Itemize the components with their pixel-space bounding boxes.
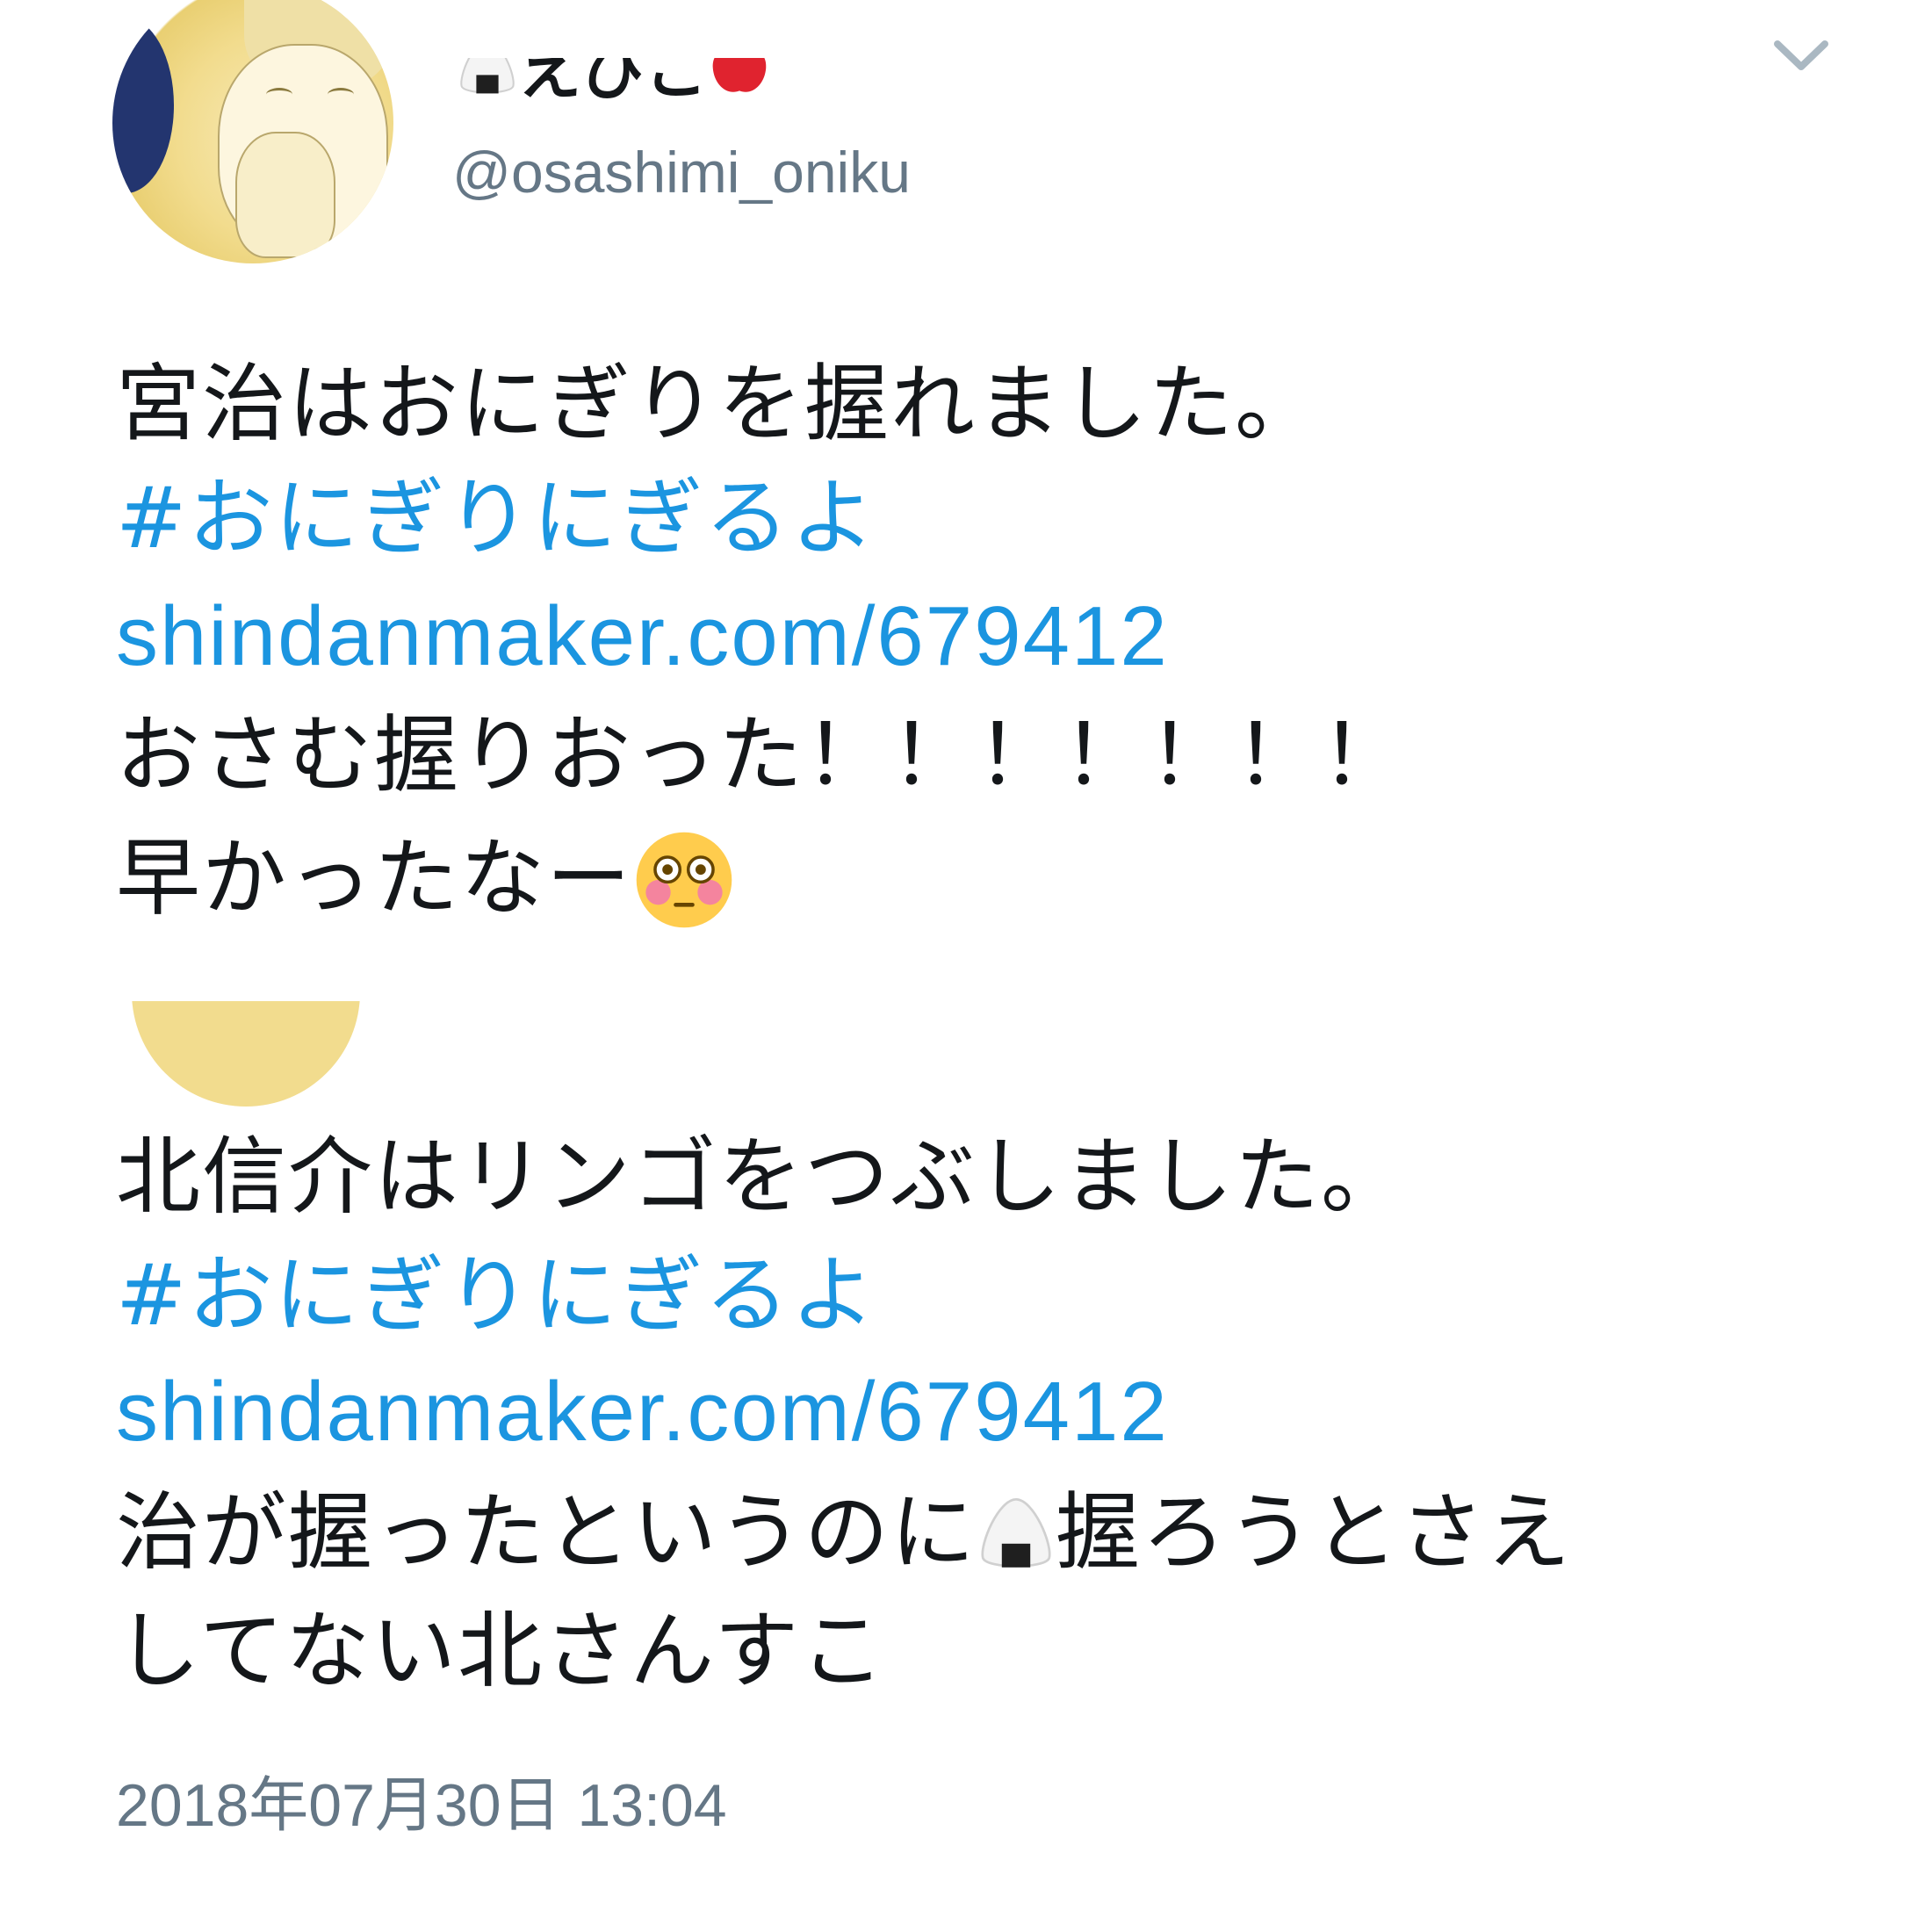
avatar-background	[112, 18, 174, 193]
hashtag-link[interactable]: #おにぎりにぎるよ	[116, 465, 876, 571]
tweet-text-line: 北信介はリンゴをつぶしました。	[116, 1128, 1407, 1226]
tweet-text-line: してない北さんすこ	[116, 1602, 887, 1700]
tweet-text-line: 早かったなー	[116, 825, 736, 932]
flushed-face-icon	[636, 832, 732, 928]
tweet-text-line: おさむ握りおった！！！！！！！	[116, 706, 1407, 804]
tweet-timestamp[interactable]: 2018年07月30日 13:04	[116, 1756, 727, 1843]
avatar[interactable]	[112, 0, 393, 263]
header-clip	[439, 0, 878, 58]
tweet-text-segment: 握ろうとさえ	[1056, 1483, 1572, 1582]
tweet-text-segment: 治が握ったというのに	[116, 1483, 977, 1582]
hashtag-link[interactable]: #おにぎりにぎるよ	[116, 1243, 876, 1348]
onigiri-icon	[981, 1498, 1051, 1568]
avatar-eye	[266, 88, 292, 101]
avatar-hand	[235, 132, 335, 258]
chevron-down-icon[interactable]	[1772, 25, 1830, 77]
tweet-text-line: 治が握ったというのに 握ろうとさえ	[116, 1480, 1572, 1585]
tweet-text-line: 宮治はおにぎりを握れました。	[116, 355, 1321, 453]
url-link[interactable]: shindanmaker.com/679412	[116, 1359, 1169, 1465]
tweet-text-segment: 早かったなー	[116, 829, 632, 927]
avatar-eye	[328, 88, 354, 101]
user-handle[interactable]: @osashimi_oniku	[452, 139, 911, 205]
url-link[interactable]: shindanmaker.com/679412	[116, 584, 1169, 689]
